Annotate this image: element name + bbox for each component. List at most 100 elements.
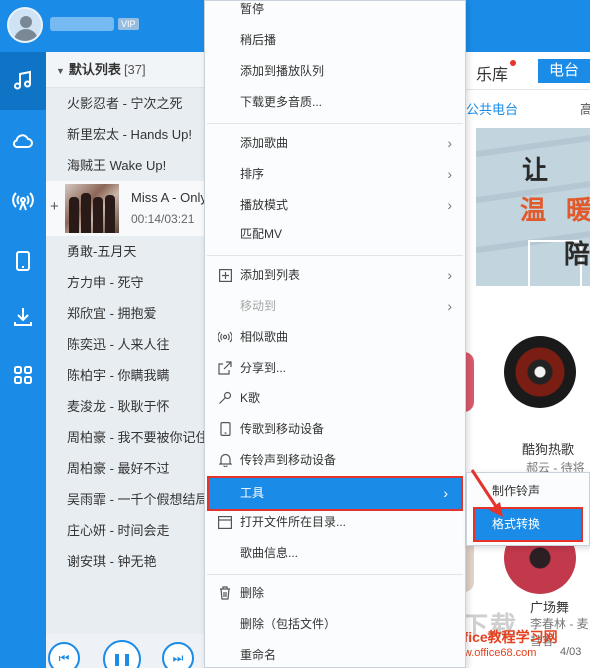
- trash-icon: [218, 586, 232, 600]
- phone-icon[interactable]: [0, 232, 46, 290]
- menu-item-label: 相似歌曲: [240, 330, 289, 344]
- list-item[interactable]: 郑欣宜 - 拥抱爱: [46, 298, 204, 329]
- playlist-count: [37]: [123, 62, 146, 77]
- menu-item-add-to-list[interactable]: 添加到列表 ›: [205, 260, 465, 291]
- radio-title[interactable]: 酷狗热歌: [522, 439, 574, 458]
- menu-item-rename[interactable]: 重命名: [205, 640, 465, 668]
- playlist-name: 默认列表: [68, 62, 121, 77]
- menu-item-play-later[interactable]: 稍后播: [205, 25, 465, 56]
- chevron-right-icon: ›: [447, 197, 452, 213]
- phone-icon: [218, 422, 232, 436]
- content-area: 乐库 电台 公共电台 高 让 温 暖 陪 酷狗热歌 郝云 - 待将说 广场舞 李…: [448, 52, 590, 668]
- menu-item-label: 下载更多音质...: [240, 95, 323, 109]
- list-item[interactable]: 庄心妍 - 时间会走: [46, 515, 204, 546]
- pause-icon[interactable]: ❚❚: [103, 640, 141, 668]
- list-item[interactable]: 新里宏太 - Hands Up!: [46, 119, 204, 150]
- banner-char: 温: [520, 196, 547, 226]
- tab-radio[interactable]: 电台: [538, 59, 590, 83]
- list-item[interactable]: 方力申 - 死守: [46, 267, 204, 298]
- menu-item-label: K歌: [240, 391, 261, 405]
- menu-item-similar-songs[interactable]: 相似歌曲: [205, 322, 465, 353]
- menu-item-label: 歌曲信息...: [240, 546, 299, 560]
- menu-item-label: 删除: [240, 586, 265, 600]
- folder-icon: [218, 515, 232, 529]
- list-item[interactable]: 麦浚龙 - 耿耿于怀: [46, 391, 204, 422]
- now-playing-time: 00:14/03:21: [131, 212, 195, 226]
- banner-char: 暖: [566, 196, 590, 226]
- menu-item-sort[interactable]: 排序 ›: [205, 159, 465, 190]
- app-window: VIP ▼ 默认列表 [37] 火影忍者 - 宁次之死 新里宏太 - Hands U…: [0, 0, 590, 668]
- menu-item-delete-with-file[interactable]: 删除（包括文件）: [205, 609, 465, 640]
- list-item[interactable]: 周柏豪 - 最好不过: [46, 453, 204, 484]
- chevron-right-icon: ›: [447, 298, 452, 314]
- list-item[interactable]: 勇敢-五月天: [46, 236, 204, 267]
- list-item[interactable]: 海贼王 Wake Up!: [46, 150, 204, 181]
- now-playing-title: Miss A - Only You: [131, 190, 204, 205]
- broadcast-icon[interactable]: [0, 172, 46, 230]
- tab-library-label: 乐库: [476, 67, 509, 84]
- banner-char: 让: [522, 156, 549, 186]
- radio-cover-hot-songs[interactable]: [504, 336, 576, 408]
- microphone-icon: [218, 391, 232, 405]
- username-blurred[interactable]: [50, 17, 114, 31]
- promo-banner[interactable]: 让 温 暖 陪: [476, 128, 590, 286]
- menu-item-label: 移动到: [240, 299, 277, 313]
- menu-item-karaoke[interactable]: K歌: [205, 383, 465, 414]
- avatar[interactable]: [7, 7, 43, 43]
- menu-item-match-mv[interactable]: 匹配MV: [205, 219, 465, 250]
- menu-item-play-mode[interactable]: 播放模式 ›: [205, 190, 465, 221]
- list-item[interactable]: 陈柏宇 - 你瞒我瞒: [46, 360, 204, 391]
- menu-item-label: 稍后播: [240, 33, 277, 47]
- menu-item-label: 播放模式: [240, 198, 289, 212]
- menu-item-delete[interactable]: 删除: [205, 578, 465, 609]
- add-icon[interactable]: +: [50, 198, 59, 215]
- menu-item-label: 传铃声到移动设备: [240, 453, 337, 467]
- list-item[interactable]: 周柏豪 - 我不要被你记住: [46, 422, 204, 453]
- playlist-header[interactable]: ▼ 默认列表 [37]: [46, 52, 204, 88]
- submenu-item-format-convert[interactable]: 格式转换: [473, 507, 583, 542]
- list-item[interactable]: 火影忍者 - 宁次之死: [46, 88, 204, 119]
- list-item[interactable]: 吴雨霏 - 一千个假想结局: [46, 484, 204, 515]
- menu-item-open-folder[interactable]: 打开文件所在目录...: [205, 507, 465, 538]
- left-rail: [0, 52, 46, 668]
- menu-item-label: 排序: [240, 167, 265, 181]
- subtab-high[interactable]: 高: [580, 99, 590, 118]
- chevron-right-icon: ›: [447, 267, 452, 283]
- subtab-public-radio[interactable]: 公共电台: [466, 99, 518, 118]
- tab-library[interactable]: 乐库: [476, 60, 517, 85]
- menu-item-share[interactable]: 分享到...: [205, 353, 465, 384]
- menu-item-download-quality[interactable]: 下载更多音质...: [205, 87, 465, 118]
- menu-item-send-ringtone[interactable]: 传铃声到移动设备: [205, 445, 465, 476]
- menu-item-label: 添加歌曲: [240, 136, 289, 150]
- menu-divider: [207, 123, 463, 124]
- menu-item-add-songs[interactable]: 添加歌曲 ›: [205, 128, 465, 159]
- next-icon[interactable]: ⏭: [162, 642, 194, 668]
- previous-icon[interactable]: ⏮: [48, 642, 80, 668]
- menu-divider: [207, 574, 463, 575]
- chevron-down-icon: ▼: [56, 66, 65, 76]
- menu-item-send-to-device[interactable]: 传歌到移动设备: [205, 414, 465, 445]
- menu-item-song-info[interactable]: 歌曲信息...: [205, 538, 465, 569]
- menu-item-label: 匹配MV: [240, 227, 283, 241]
- menu-item-add-to-queue[interactable]: 添加到播放队列: [205, 56, 465, 87]
- radio-title[interactable]: 广场舞: [530, 597, 569, 616]
- menu-item-tools[interactable]: 工具 ›: [207, 476, 463, 511]
- now-playing-item[interactable]: + Miss A - Only You 00:14/03:21: [46, 181, 204, 236]
- player-controls: ⏮ ❚❚ ⏭: [46, 634, 204, 668]
- apps-grid-icon[interactable]: [0, 346, 46, 404]
- similar-icon: [218, 330, 232, 344]
- menu-item-label: 添加到播放队列: [240, 64, 325, 78]
- download-icon[interactable]: [0, 288, 46, 346]
- banner-char: 陪: [564, 240, 590, 270]
- menu-item-label: 暂停: [240, 2, 265, 16]
- list-item[interactable]: 陈奕迅 - 人来人往: [46, 329, 204, 360]
- music-note-icon[interactable]: [0, 52, 46, 110]
- menu-item-pause[interactable]: 暂停: [205, 0, 465, 25]
- menu-item-move-to: 移动到 ›: [205, 291, 465, 322]
- list-item[interactable]: 谢安琪 - 钟无艳: [46, 546, 204, 577]
- menu-item-label: 删除（包括文件）: [240, 617, 337, 631]
- submenu-item-make-ringtone[interactable]: 制作铃声: [467, 476, 589, 507]
- cloud-icon[interactable]: [0, 112, 46, 170]
- playlist-panel: ▼ 默认列表 [37] 火影忍者 - 宁次之死 新里宏太 - Hands Up! 海…: [46, 52, 204, 634]
- context-menu: 暂停 稍后播 添加到播放队列 下载更多音质... 添加歌曲 › 排序 › 播放模式 ›…: [204, 0, 466, 668]
